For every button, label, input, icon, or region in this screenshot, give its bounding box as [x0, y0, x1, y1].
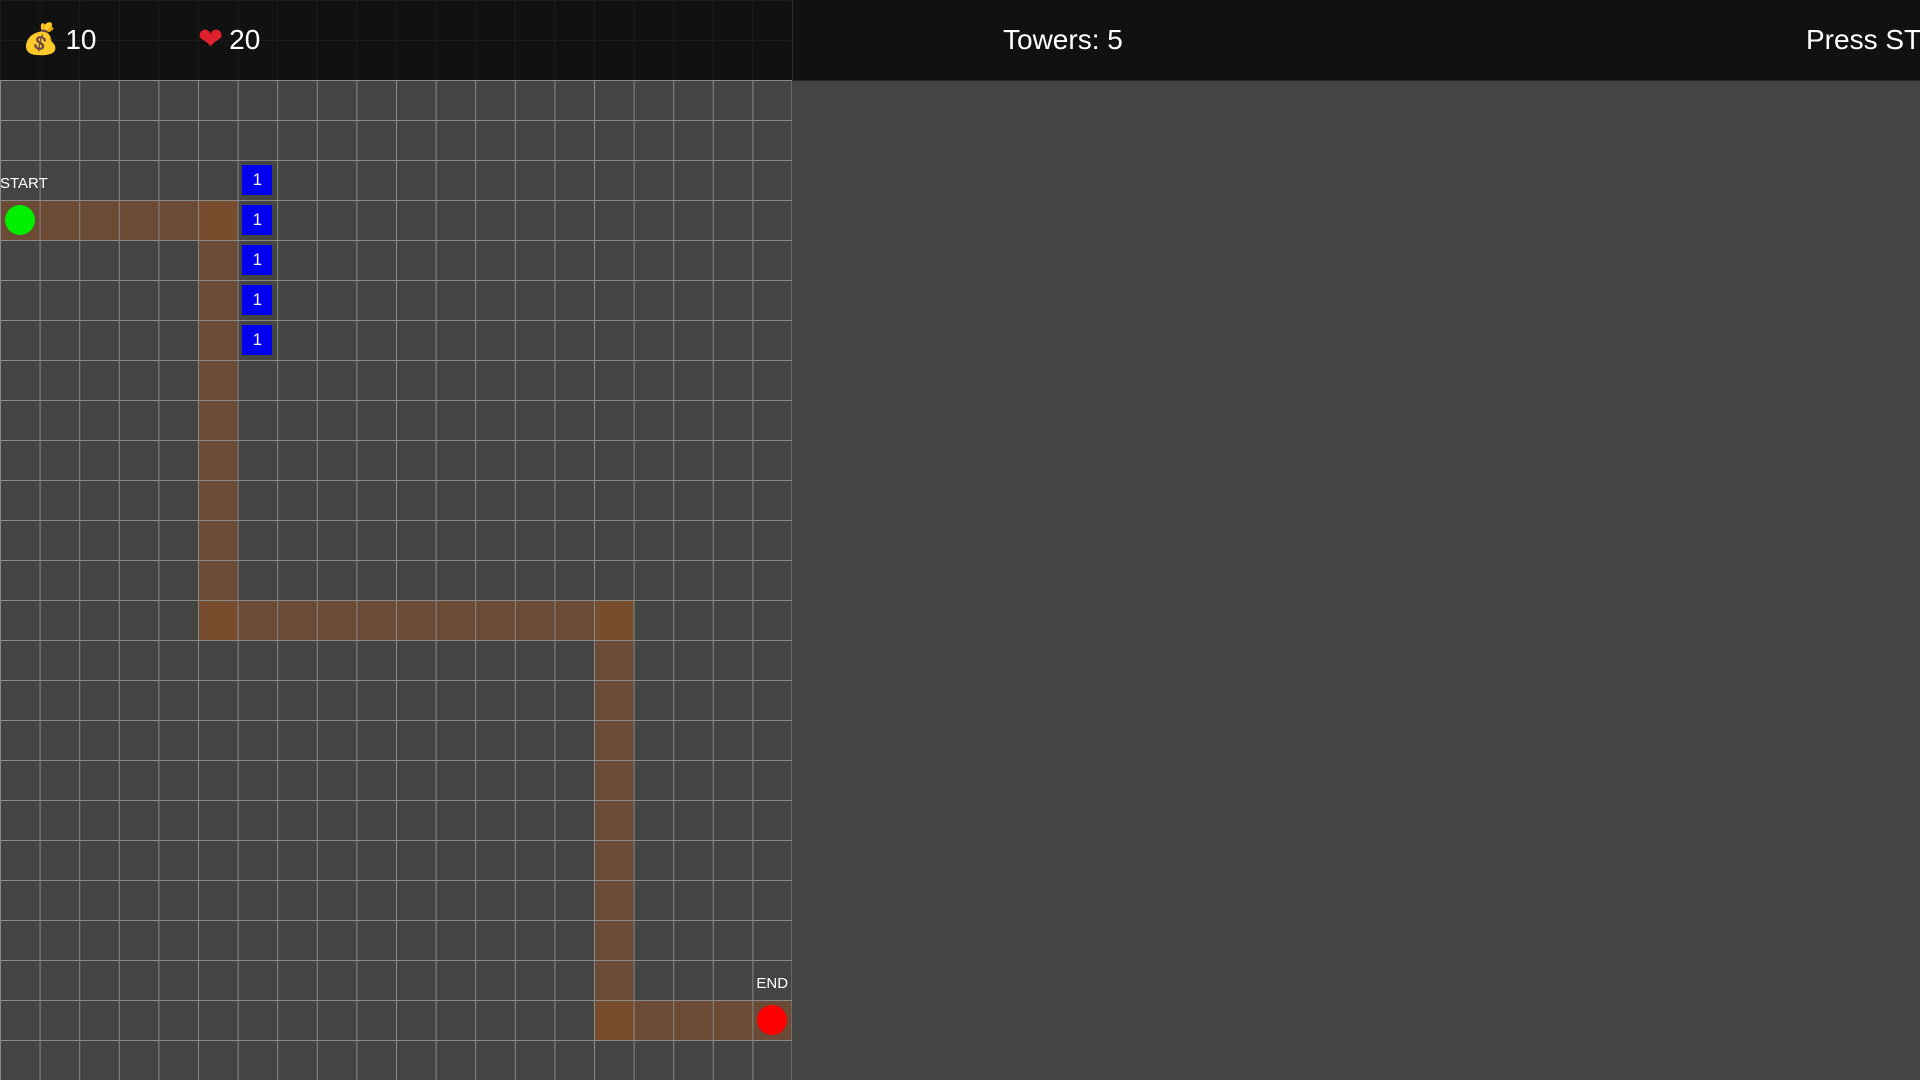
path-cell — [198, 520, 238, 560]
path-cell — [198, 440, 238, 480]
path-cell — [633, 1000, 674, 1040]
tower[interactable]: 1 — [242, 245, 273, 275]
gold-counter: 💰 10 — [22, 0, 97, 80]
lives-value: 20 — [229, 24, 261, 55]
path-cell — [277, 600, 317, 640]
path-cell — [316, 600, 357, 640]
path-cell — [712, 1000, 753, 1040]
path-cell — [514, 600, 555, 640]
path-cell — [594, 1000, 634, 1040]
path-cell — [435, 600, 476, 640]
path-cell — [594, 720, 634, 760]
path-cell — [396, 600, 436, 640]
start-label: START — [0, 175, 48, 192]
lives-counter: ❤ 20 — [198, 0, 260, 80]
path-cell — [673, 1000, 713, 1040]
game-board[interactable]: START END 1 1 1 1 1 — [0, 80, 792, 1080]
path-cell — [594, 920, 634, 960]
grid-canvas[interactable] — [0, 80, 792, 1080]
path-cell — [158, 200, 198, 240]
path-cell — [198, 600, 238, 640]
money-bag-icon: 💰 — [22, 23, 60, 56]
path-cell — [594, 960, 634, 1000]
end-label: END — [756, 975, 789, 992]
path-cell — [198, 200, 238, 240]
end-point — [757, 1005, 788, 1035]
tower[interactable]: 1 — [242, 205, 273, 235]
path-cell — [594, 800, 634, 840]
hud-bar: 💰 10 ❤ 20 Towers: 5 Press ST — [0, 0, 1920, 81]
path-cell — [594, 760, 634, 800]
path-cell — [198, 320, 238, 360]
path-cell — [198, 400, 238, 440]
path-cell — [198, 240, 238, 280]
path-cell — [198, 480, 238, 520]
path-cell — [198, 560, 238, 600]
hud-grid-overlay — [0, 0, 793, 80]
tower[interactable]: 1 — [242, 325, 273, 355]
path-cell — [118, 200, 159, 240]
path-cell — [594, 600, 634, 640]
path-cell — [198, 280, 238, 320]
path-cell — [79, 200, 119, 240]
path-cell — [356, 600, 396, 640]
path-cell — [475, 600, 515, 640]
tower[interactable]: 1 — [242, 285, 273, 315]
path-cell — [198, 360, 238, 400]
path-cell — [594, 840, 634, 880]
towers-count: Towers: 5 — [1003, 24, 1123, 55]
path-cell — [554, 600, 594, 640]
tower[interactable]: 1 — [242, 165, 273, 195]
start-point — [4, 205, 35, 235]
path-cell — [594, 640, 634, 680]
path-cell — [594, 880, 634, 920]
heart-icon: ❤ — [198, 23, 224, 56]
path-cell — [594, 680, 634, 720]
start-prompt[interactable]: Press ST — [1806, 0, 1920, 80]
gold-value: 10 — [65, 24, 97, 55]
path-cell — [39, 200, 80, 240]
path-cell — [237, 600, 278, 640]
